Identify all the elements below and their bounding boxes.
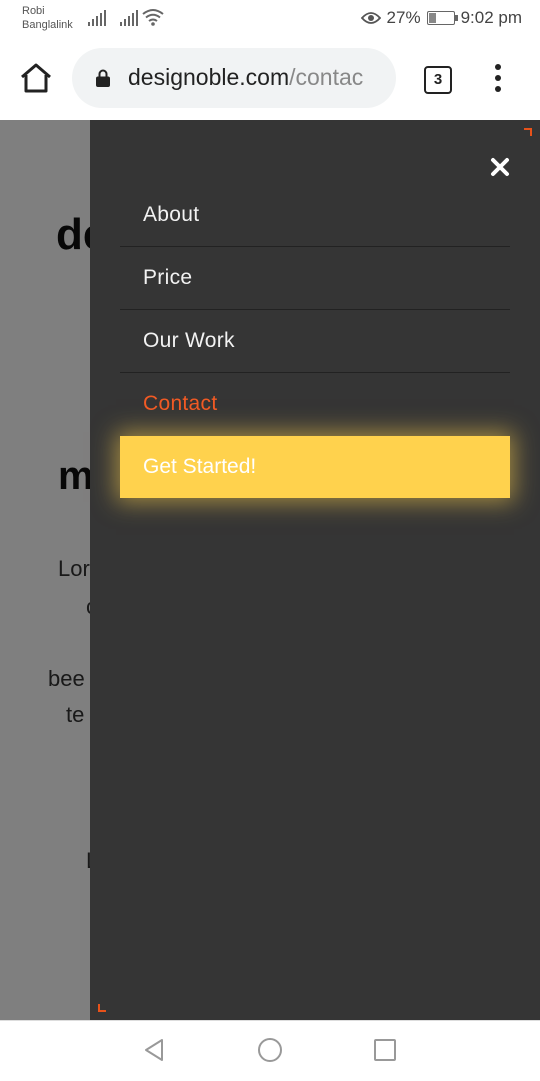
battery-percent: 27% [386,8,421,27]
nav-item-price[interactable]: Price [120,247,510,310]
tab-switcher-button[interactable]: 3 [424,66,452,94]
circle-home-icon[interactable] [258,1038,282,1062]
corner-accent [98,1004,106,1012]
nav-drawer: About Price Our Work Contact Get Started… [90,120,540,1020]
carrier-1: Robi [22,5,45,17]
home-icon[interactable] [18,60,54,96]
nav-item-contact[interactable]: Contact [120,373,510,435]
signal-2-icon [120,10,138,26]
nav-item-about[interactable]: About [120,184,510,247]
back-icon[interactable] [142,1037,166,1063]
browser-toolbar: designoble.com/contac 3 [0,38,540,120]
system-nav-bar [0,1020,540,1081]
get-started-button[interactable]: Get Started! [120,436,510,498]
carrier-names: Robi Banglalink [22,4,73,32]
status-bar: Robi Banglalink 27% 9:02 pm [0,0,540,38]
web-page: de m Lor c bee te L About Price Our Work… [0,120,540,1020]
battery-icon [426,11,458,25]
address-bar[interactable]: designoble.com/contac [72,48,396,108]
clock: 9:02 pm [460,8,522,27]
url-domain: designoble.com [128,64,290,90]
lock-icon [96,69,110,87]
nav-item-our-work[interactable]: Our Work [120,310,510,373]
nav-menu: About Price Our Work Contact Get Started… [120,184,510,498]
square-recents-icon[interactable] [374,1039,396,1061]
url-text[interactable]: designoble.com/contac [128,64,363,91]
signal-1-icon [88,10,106,26]
status-right: 27% 9:02 pm [360,8,522,28]
eye-comfort-icon [360,12,381,24]
wifi-icon [142,9,164,26]
carrier-2: Banglalink [22,19,73,31]
close-icon[interactable] [490,157,510,177]
url-path: /contac [289,64,364,90]
corner-accent [524,128,532,136]
more-vert-icon[interactable] [490,64,506,94]
